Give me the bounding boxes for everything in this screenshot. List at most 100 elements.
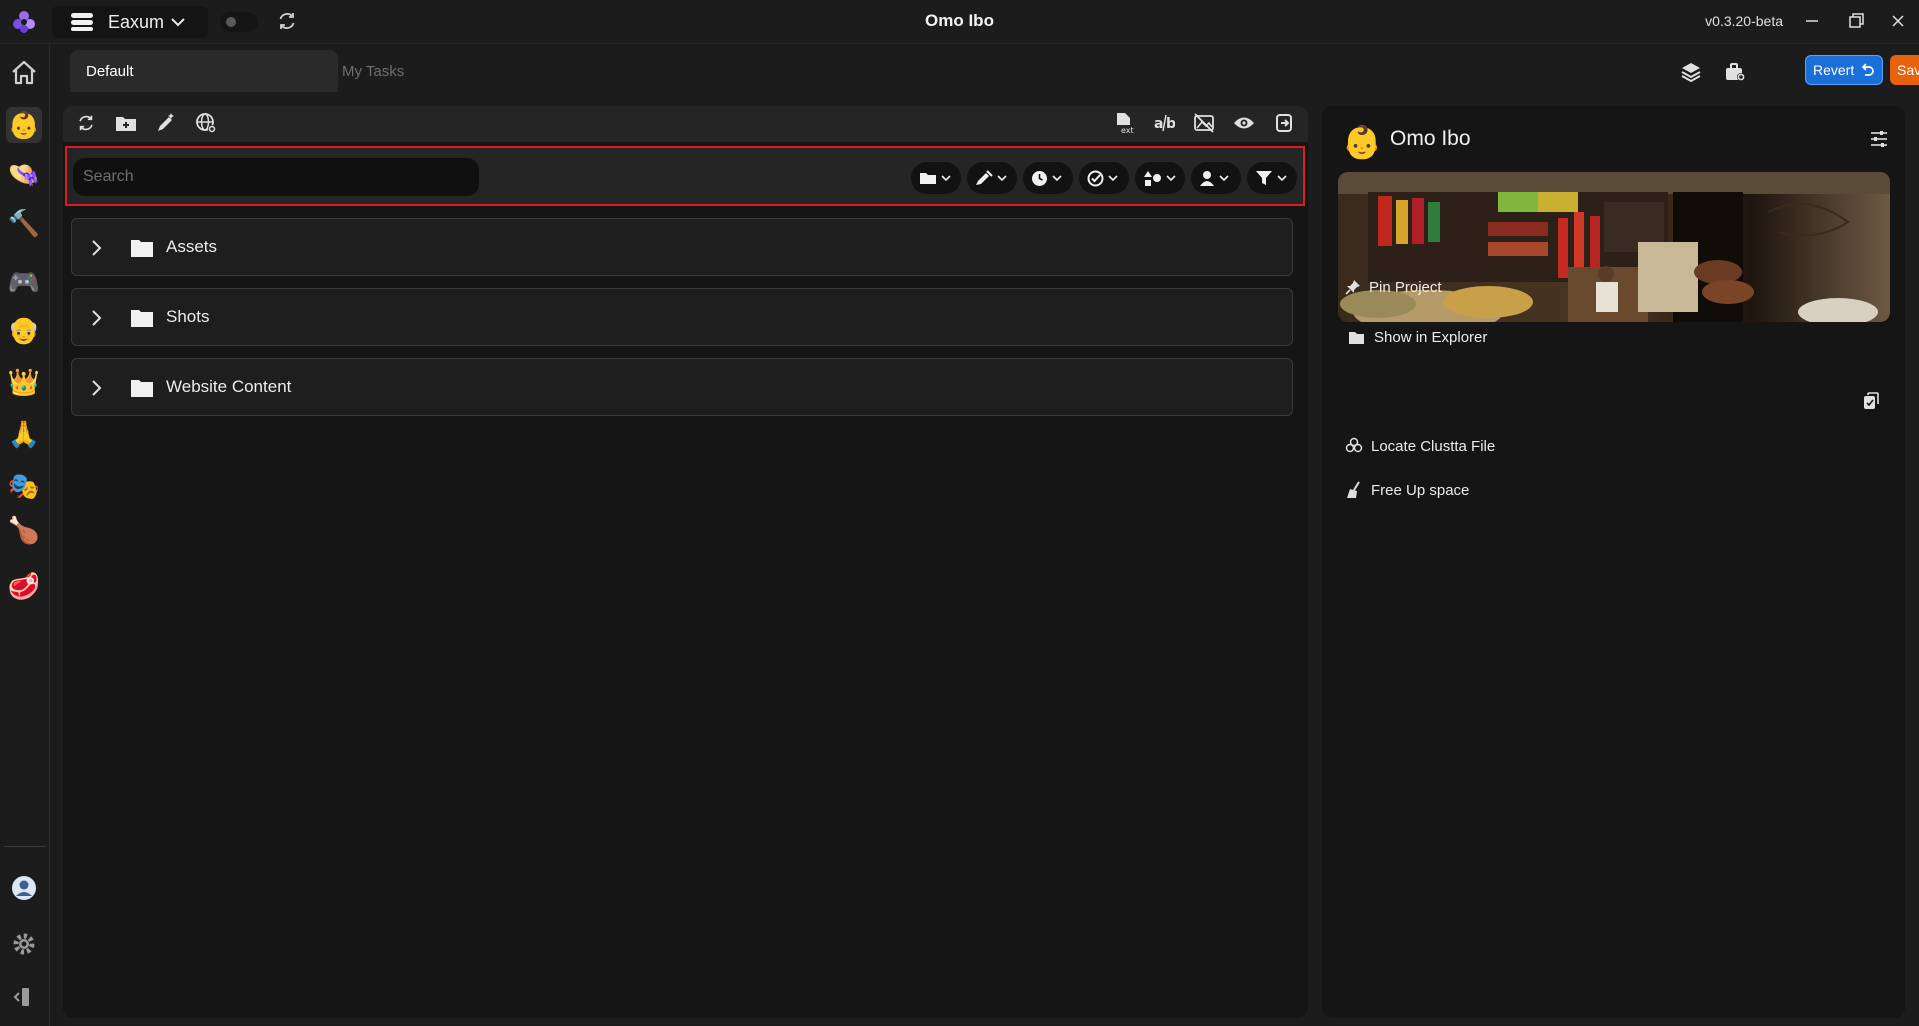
project-name: Omo Ibo [1390,127,1471,150]
tree-row-website-content[interactable]: Website Content [71,358,1293,416]
folder-icon [131,310,153,327]
chevron-down-icon [1052,175,1062,182]
broom-icon [1347,481,1360,498]
revert-button[interactable]: Revert [1805,55,1883,85]
tree-row-label: Website Content [166,377,292,396]
refresh-icon[interactable] [276,10,298,32]
chevron-down-icon [941,175,951,182]
filter-time-dropdown[interactable] [1023,162,1073,194]
tab-my-tasks[interactable]: My Tasks [326,50,542,92]
tab-default[interactable]: Default [70,50,338,92]
folder-icon [131,380,153,397]
filter-funnel-dropdown[interactable] [1247,162,1297,194]
rail-project-meat[interactable]: 🥩 [6,568,42,604]
chevron-right-icon[interactable] [90,379,102,397]
rail-project-masks[interactable]: 🎭 [6,468,42,504]
project-avatar: 👶 [1342,124,1382,160]
brush-icon [976,170,993,185]
new-folder-icon[interactable] [113,110,139,136]
chevron-down-icon [997,175,1007,182]
import-icon[interactable] [1271,110,1297,136]
user-icon [1200,170,1214,186]
settings-gear-icon[interactable] [6,926,42,962]
tree-row-assets[interactable]: Assets [71,218,1293,276]
undo-icon [1861,63,1874,76]
free-up-space-label: Free Up space [1371,481,1470,499]
svg-text:b: b [1166,116,1175,132]
shapes-icon [1144,170,1161,186]
tree-row-shots[interactable]: Shots [71,288,1293,346]
user-account-icon[interactable] [6,870,42,906]
rail-divider [4,846,46,847]
rail-project-omo-ibo[interactable]: 👶 [6,107,42,143]
file-extension-icon[interactable]: ext [1111,110,1137,136]
database-icon [71,13,93,31]
close-icon[interactable] [1887,10,1909,32]
rail-project-crown[interactable]: 👑 [6,364,42,400]
collapse-sidebar-icon[interactable] [6,979,42,1015]
globe-settings-icon[interactable] [193,110,219,136]
project-rail: 👶 👒 🔨 🎮 👴 👑 🙏 🎭 🍗 🥩 [0,44,50,1026]
tree-row-label: Shots [166,307,210,326]
filter-tool-dropdown[interactable] [967,162,1017,194]
folder-icon [131,240,153,257]
folder-open-icon [1349,331,1364,344]
chevron-down-icon [1277,175,1287,182]
svg-text:ext: ext [1121,126,1134,134]
toolbox-settings-icon[interactable] [1723,60,1747,84]
copy-path-icon[interactable] [1863,392,1879,410]
chevron-right-icon[interactable] [90,239,102,257]
filter-user-dropdown[interactable] [1191,162,1241,194]
workspace-name: Eaxum [108,11,165,32]
chevron-down-icon [1108,175,1118,182]
toggle-knob [226,17,236,27]
brush-sparkle-icon[interactable] [153,110,179,136]
search-filter-bar [65,146,1305,206]
save-button[interactable]: Save [1890,55,1919,85]
rail-project-hat[interactable]: 👒 [6,156,42,192]
browser-toolbar: ext ab [63,106,1308,142]
home-icon[interactable] [6,54,42,90]
eye-icon[interactable] [1231,110,1257,136]
pin-project-action[interactable]: Pin Project [1345,276,1442,298]
mode-toggle[interactable] [220,12,258,32]
chevron-down-icon [171,18,185,27]
project-details-panel: 👶 Omo Ibo Pin Project Show in Explorer L… [1322,106,1905,1018]
check-circle-icon [1087,170,1104,186]
project-banner-image [1338,172,1890,322]
version-label: v0.3.20-beta [1705,13,1783,29]
hide-thumbnails-icon[interactable] [1191,110,1217,136]
funnel-icon [1256,171,1272,185]
rename-ab-icon[interactable]: ab [1151,110,1177,136]
show-in-explorer-action[interactable]: Show in Explorer [1348,326,1487,348]
maximize-icon[interactable] [1845,10,1867,32]
chevron-down-icon [1166,175,1176,182]
filter-status-dropdown[interactable] [1079,162,1129,194]
layers-icon[interactable] [1679,60,1703,84]
workspace-select[interactable]: Eaxum [52,6,208,38]
minimize-icon[interactable] [1801,10,1823,32]
rail-project-face[interactable]: 👴 [6,312,42,348]
chevron-down-icon [1219,175,1229,182]
locate-clustta-file-label: Locate Clustta File [1371,437,1496,455]
locate-clustta-file-action[interactable]: Locate Clustta File [1345,435,1495,457]
folder-icon [920,173,936,184]
filter-type-dropdown[interactable] [1135,162,1185,194]
svg-text:a: a [1154,116,1163,132]
rail-project-gamepad[interactable]: 🎮 [6,264,42,300]
rail-project-pray[interactable]: 🙏 [6,416,42,452]
sliders-icon[interactable] [1869,130,1889,148]
tree-row-label: Assets [166,237,218,256]
search-input[interactable] [73,158,479,196]
rail-project-drumstick[interactable]: 🍗 [6,512,42,548]
free-up-space-action[interactable]: Free Up space [1345,479,1469,501]
save-label: Save [1897,62,1919,78]
tabs-row: Default My Tasks Revert Save [50,44,1919,92]
refresh-icon[interactable] [73,110,99,136]
title-bar: Eaxum Omo Ibo v0.3.20-beta [0,0,1919,44]
app-logo-icon[interactable] [10,8,38,36]
browser-panel: ext ab Search Assets Shots Website Conte… [63,106,1308,1018]
rail-project-hammer[interactable]: 🔨 [6,205,42,241]
filter-folder-dropdown[interactable] [911,162,961,194]
chevron-right-icon[interactable] [90,309,102,327]
